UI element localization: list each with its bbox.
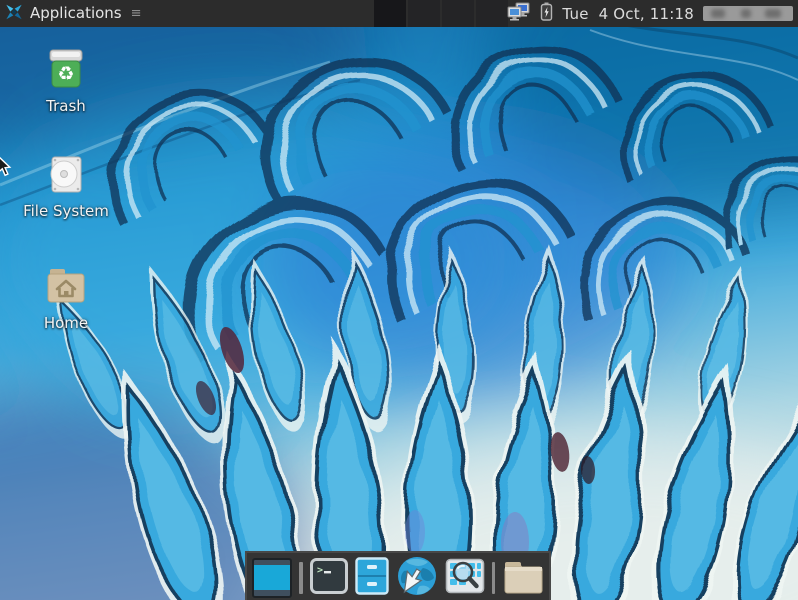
app-finder-launcher[interactable] (445, 558, 485, 598)
desktop-icon-trash[interactable]: ♻ Trash (21, 46, 111, 115)
trash-can-icon: ♻ (21, 46, 111, 92)
battery-charging-icon[interactable] (540, 2, 553, 25)
web-browser-launcher[interactable] (396, 555, 438, 600)
desktop-icon-file-system[interactable]: File System (21, 153, 111, 220)
terminal-launcher[interactable]: > (310, 558, 348, 598)
applications-label: Applications (30, 0, 122, 27)
app-finder-icon (445, 558, 485, 598)
svg-text:♻: ♻ (57, 63, 74, 85)
terminal-icon: > (310, 558, 348, 598)
desktop-icon-label: Home (21, 314, 111, 332)
folder-launcher[interactable] (502, 558, 544, 598)
show-desktop-icon (254, 565, 290, 590)
desktop-icon-label: File System (21, 202, 111, 220)
desktop-icon-home[interactable]: Home (21, 263, 111, 332)
xfce-desktop: ♻ Trash File System (0, 0, 798, 600)
workspace-2[interactable] (408, 0, 440, 27)
home-folder-icon (21, 263, 111, 309)
redacted-text (703, 6, 793, 21)
globe-cursor-icon (396, 555, 438, 600)
workspace-4[interactable] (476, 0, 508, 27)
top-panel: Applications ≡ (0, 0, 798, 27)
mouse-cursor (0, 155, 14, 182)
file-cabinet-icon (355, 557, 389, 599)
dock-separator (492, 562, 495, 594)
wallpaper-marbled-blue (0, 0, 798, 600)
applications-menu-button[interactable]: Applications ≡ (0, 0, 142, 27)
workspace-1[interactable] (374, 0, 406, 27)
desktop-icon-label: Trash (21, 97, 111, 115)
xfce-menu-icon (5, 3, 23, 25)
system-tray: Tue 4 Oct, 11:18 (506, 0, 798, 27)
file-manager-launcher[interactable] (355, 557, 389, 599)
dock-separator (299, 562, 302, 594)
svg-text:>: > (317, 565, 323, 576)
hard-drive-icon (21, 153, 111, 197)
show-desktop-button[interactable] (252, 558, 292, 598)
network-monitors-icon[interactable] (506, 2, 531, 26)
clock[interactable]: Tue 4 Oct, 11:18 (562, 5, 694, 23)
workspace-pager (374, 0, 508, 27)
workspace-3[interactable] (442, 0, 474, 27)
folder-icon (502, 558, 544, 598)
bottom-dock-panel: > (245, 551, 551, 600)
menu-lines-icon: ≡ (131, 6, 142, 21)
